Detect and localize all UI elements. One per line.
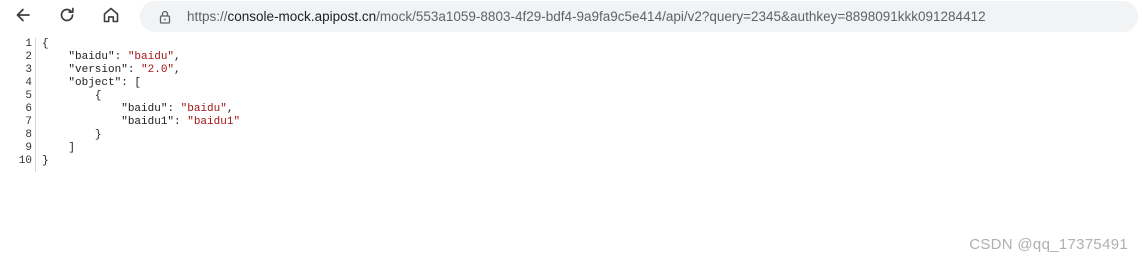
json-key: "object" — [68, 77, 122, 89]
line-number-gutter: 1 2 3 4 5 6 7 8 9 10 — [0, 38, 32, 168]
json-punctuation: : — [114, 51, 128, 63]
address-bar[interactable]: https://console-mock.apipost.cn/mock/553… — [140, 1, 1138, 32]
arrow-left-icon — [13, 5, 33, 30]
json-punctuation: { — [42, 38, 49, 50]
lock-icon[interactable] — [157, 9, 173, 25]
json-punctuation: { — [94, 90, 102, 102]
reload-button[interactable] — [52, 3, 82, 31]
line-number: 2 — [25, 51, 32, 63]
line-number: 8 — [25, 129, 32, 141]
json-viewer: 1 2 3 4 5 6 7 8 9 10 { "baidu": "baidu", "version… — [0, 38, 1142, 228]
json-punctuation: : — [174, 116, 188, 128]
json-punctuation: , — [174, 64, 181, 76]
json-punctuation: , — [174, 51, 181, 63]
home-icon — [101, 5, 121, 30]
json-punctuation: : — [167, 103, 181, 115]
code-line: { — [42, 90, 240, 103]
json-key: "baidu" — [121, 103, 168, 115]
url-path: /mock/553a1059-8803-4f29-bdf4-9a9fa9c5e4… — [376, 9, 986, 24]
json-punctuation: : — [127, 64, 142, 76]
code-line: ] — [42, 142, 240, 155]
json-punctuation: } — [42, 155, 49, 167]
line-number: 5 — [25, 90, 32, 102]
back-button[interactable] — [8, 3, 38, 31]
code-line: } — [42, 129, 240, 142]
json-punctuation: } — [94, 129, 102, 141]
line-number: 9 — [25, 142, 32, 154]
json-string-value: "baidu1" — [187, 116, 241, 128]
code-line: "baidu": "baidu", — [42, 51, 240, 64]
code-line: "version": "2.0", — [42, 64, 240, 77]
code-line: "baidu1": "baidu1" — [42, 116, 240, 129]
json-string-value: "baidu" — [180, 103, 227, 115]
line-number: 1 — [25, 38, 32, 50]
json-key: "version" — [68, 64, 128, 76]
json-punctuation: : [ — [121, 77, 142, 89]
json-punctuation: , — [226, 103, 234, 115]
line-number: 6 — [25, 103, 32, 115]
code-line: } — [42, 155, 240, 168]
code-line: "baidu": "baidu", — [42, 103, 240, 116]
json-string-value: "2.0" — [141, 64, 175, 76]
browser-toolbar: https://console-mock.apipost.cn/mock/553… — [0, 0, 1142, 34]
code-line: { — [42, 38, 240, 51]
json-key: "baidu1" — [121, 116, 175, 128]
line-number: 10 — [18, 155, 32, 167]
code-line: "object": [ — [42, 77, 240, 90]
line-number: 7 — [25, 116, 32, 128]
reload-icon — [57, 5, 77, 30]
url-host: console-mock.apipost.cn — [227, 9, 377, 24]
json-string-value: "baidu" — [127, 51, 175, 63]
line-number: 3 — [25, 64, 32, 76]
home-button[interactable] — [96, 3, 126, 31]
json-key: "baidu" — [68, 51, 115, 63]
line-number: 4 — [25, 77, 32, 89]
gutter-divider — [35, 38, 36, 172]
url-scheme: https:// — [187, 9, 228, 24]
json-code: { "baidu": "baidu", "version": "2.0", "o… — [42, 38, 240, 168]
watermark: CSDN @qq_17375491 — [969, 236, 1128, 253]
json-punctuation: ] — [68, 142, 76, 154]
url-text[interactable]: https://console-mock.apipost.cn/mock/553… — [187, 9, 986, 24]
